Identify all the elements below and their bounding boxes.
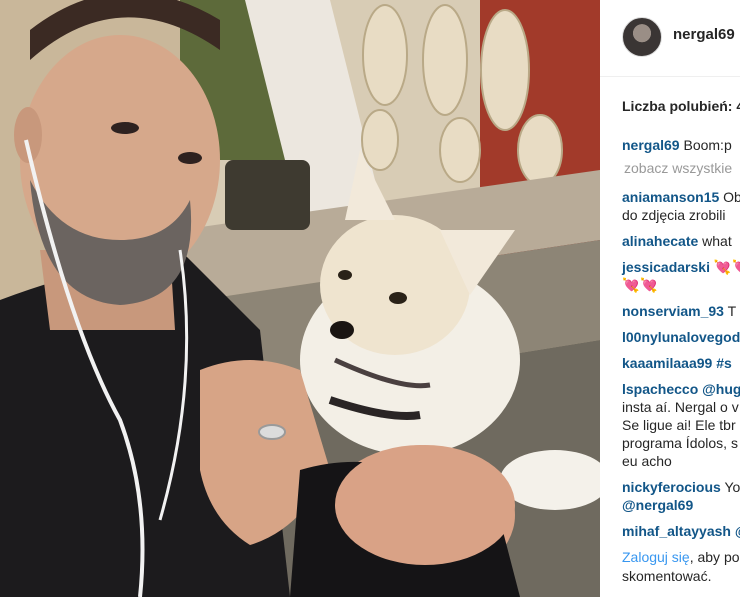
- comment-mention[interactable]: @hug: [702, 381, 740, 397]
- post-username[interactable]: nergal69: [673, 26, 735, 43]
- comment-text: T: [727, 303, 737, 319]
- post-header: nergal69: [600, 0, 740, 77]
- login-prompt: Zaloguj się, aby po: [622, 548, 740, 567]
- comments-list: nergal69 Boom:p zobacz wszystkie aniaman…: [622, 136, 740, 586]
- login-text: , aby po: [689, 549, 740, 565]
- comment-item: alinahecate what: [622, 232, 740, 250]
- comment-text: Yo: [724, 479, 740, 495]
- avatar[interactable]: [622, 17, 662, 57]
- comment-mention[interactable]: @: [735, 523, 740, 539]
- comment-text: what: [702, 233, 732, 249]
- comment-username[interactable]: nonserviam_93: [622, 303, 724, 319]
- comment-item: nickyferocious Yo @nergal69: [622, 478, 740, 514]
- login-text-2: skomentować.: [622, 568, 712, 584]
- comment-text: programa Ídolos, s: [622, 435, 738, 451]
- comment-username[interactable]: l00nylunalovegod: [622, 329, 740, 345]
- comment-hashtag[interactable]: #s: [716, 355, 732, 371]
- comment-text: do zdjęcia zrobili: [622, 207, 726, 223]
- comment-username[interactable]: kaaamilaaa99: [622, 355, 712, 371]
- comment-text: insta aí. Nergal o v: [622, 399, 739, 415]
- comment-username[interactable]: alinahecate: [622, 233, 698, 249]
- comment-item: jessicadarski 💘💘 💘💘: [622, 258, 740, 294]
- comment-username[interactable]: mihaf_altayyash: [622, 523, 731, 539]
- comment-item: mihaf_altayyash @: [622, 522, 740, 540]
- comment-item: nonserviam_93 T: [622, 302, 740, 320]
- comment-username[interactable]: nickyferocious: [622, 479, 721, 495]
- comment-username[interactable]: lspachecco: [622, 381, 698, 397]
- caption-text: Boom:p: [683, 137, 732, 153]
- post-sidebar: nergal69 Liczba polubień: 4 nergal69 Boo…: [600, 0, 740, 597]
- login-link[interactable]: Zaloguj się: [622, 549, 690, 565]
- comment-item: lspachecco @hug insta aí. Nergal o v Se …: [622, 380, 740, 470]
- comment-username[interactable]: jessicadarski: [622, 259, 710, 275]
- comment-text: Ob: [723, 189, 740, 205]
- comment-text: eu acho: [622, 453, 672, 469]
- comment-item: kaaamilaaa99 #s: [622, 354, 740, 372]
- comment-text: 💘💘: [622, 277, 659, 293]
- comment-mention[interactable]: @nergal69: [622, 496, 740, 514]
- caption: nergal69 Boom:p: [622, 136, 740, 154]
- view-all-comments-link[interactable]: zobacz wszystkie: [624, 159, 740, 177]
- comment-text: 💘💘: [713, 259, 740, 275]
- post-photo[interactable]: [0, 0, 600, 597]
- caption-username[interactable]: nergal69: [622, 137, 680, 153]
- comment-text: Se ligue ai! Ele tbr: [622, 417, 736, 433]
- comment-item: aniamanson15 Ob do zdjęcia zrobili: [622, 188, 740, 224]
- comment-username[interactable]: aniamanson15: [622, 189, 719, 205]
- likes-count[interactable]: Liczba polubień: 4: [622, 98, 740, 114]
- selfie-with-dog-image: [0, 0, 600, 597]
- comment-item: l00nylunalovegod: [622, 328, 740, 346]
